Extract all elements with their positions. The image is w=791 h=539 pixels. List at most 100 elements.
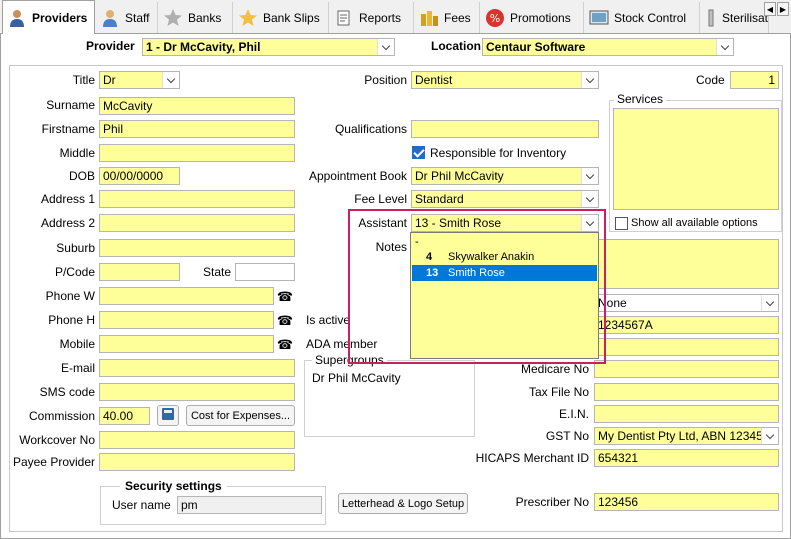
qualifications-field[interactable] <box>411 120 599 138</box>
middle-field[interactable] <box>99 144 295 162</box>
payee-label: Payee Provider <box>12 455 95 469</box>
commission-label: Commission <box>28 409 95 423</box>
prescriber-label: Prescriber No <box>515 495 589 509</box>
username-label: User name <box>112 498 171 512</box>
address2-label: Address 2 <box>40 216 95 230</box>
provider-select-value: 1 - Dr McCavity, Phil <box>146 40 261 54</box>
qualifications-label: Qualifications <box>334 122 407 136</box>
is-active-label: Is active <box>306 313 351 327</box>
hicaps-label: HICAPS Merchant ID <box>475 451 589 465</box>
tab-banks[interactable]: Banks <box>159 2 233 33</box>
phone-icon[interactable]: ☎ <box>276 336 294 354</box>
prescriber-field[interactable]: 123456 <box>594 493 779 511</box>
phoneh-label: Phone H <box>48 313 95 327</box>
sterilisation-icon <box>705 8 717 28</box>
tax-file-field[interactable] <box>594 383 779 401</box>
tax-file-label: Tax File No <box>528 385 589 399</box>
address2-field[interactable] <box>99 214 295 232</box>
mobile-label: Mobile <box>59 337 95 351</box>
fee-level-select[interactable]: Standard <box>411 190 599 208</box>
phoneh-field[interactable] <box>99 311 274 329</box>
chevron-down-icon <box>761 428 778 444</box>
tab-fees[interactable]: Fees <box>415 2 480 33</box>
notes-field[interactable] <box>594 239 779 289</box>
star-icon <box>238 8 258 28</box>
suburb-field[interactable] <box>99 239 295 257</box>
title-label: Title <box>72 73 95 87</box>
tab-staff[interactable]: Staff <box>96 2 158 33</box>
tab-scroll-right-button[interactable]: ▶ <box>777 2 789 16</box>
surname-label: Surname <box>46 98 95 112</box>
tab-stock-control[interactable]: Stock Control <box>585 2 700 33</box>
show-all-options-checkbox[interactable] <box>615 217 628 230</box>
email-field[interactable] <box>99 359 295 377</box>
sms-field[interactable] <box>99 383 295 401</box>
tab-scroll-left-button[interactable]: ◀ <box>764 2 776 16</box>
staff-icon <box>100 8 120 28</box>
chevron-down-icon <box>581 72 598 88</box>
person-icon <box>7 8 27 28</box>
stock-icon <box>589 8 609 28</box>
tab-label: Bank Slips <box>263 10 320 25</box>
firstname-field[interactable]: Phil <box>99 120 295 138</box>
ein-field[interactable] <box>594 405 779 423</box>
workcover-field[interactable] <box>99 431 295 449</box>
phone-icon[interactable]: ☎ <box>276 312 294 330</box>
percent-icon: % <box>485 8 505 28</box>
responsible-inventory-checkbox[interactable] <box>412 146 425 159</box>
calculator-button[interactable] <box>157 405 179 426</box>
coins-icon <box>419 8 439 28</box>
tab-promotions[interactable]: % Promotions <box>481 2 584 33</box>
tab-label: Reports <box>359 10 402 25</box>
mobile-field[interactable] <box>99 335 274 353</box>
appointment-book-label: Appointment Book <box>308 169 407 183</box>
chevron-down-icon <box>761 295 778 311</box>
state-label: State <box>203 265 232 279</box>
chevron-down-icon <box>581 168 598 184</box>
services-list[interactable] <box>613 108 779 210</box>
arrow-left-icon: ◀ <box>766 4 774 14</box>
provider-number-field[interactable]: 1234567A <box>594 316 779 334</box>
gst-select[interactable]: My Dentist Pty Ltd, ABN 123456 <box>594 427 779 445</box>
arrow-right-icon: ▶ <box>779 4 787 14</box>
chevron-down-icon <box>162 72 179 88</box>
provider-select[interactable]: 1 - Dr McCavity, Phil <box>142 38 395 56</box>
address1-field[interactable] <box>99 190 295 208</box>
medicare-field[interactable] <box>594 360 779 378</box>
right-combo-select[interactable]: None <box>594 294 779 312</box>
dob-field[interactable]: 00/00/0000 <box>99 167 180 185</box>
letterhead-logo-setup-button[interactable]: Letterhead & Logo Setup <box>338 493 468 514</box>
chevron-down-icon <box>716 39 733 55</box>
tab-label: Sterilisation <box>722 10 769 25</box>
svg-text:%: % <box>490 12 500 25</box>
pcode-field[interactable] <box>99 263 180 281</box>
tab-bar: Providers Staff Banks Bank Slips Reports… <box>0 0 791 35</box>
tab-bank-slips[interactable]: Bank Slips <box>234 2 329 33</box>
code-field[interactable]: 1 <box>730 71 779 89</box>
position-select-value: Dentist <box>415 73 453 87</box>
tab-label: Fees <box>444 10 471 25</box>
username-field[interactable]: pm <box>177 496 322 514</box>
responsible-inventory-label: Responsible for Inventory <box>430 146 567 160</box>
tab-sterilisation[interactable]: Sterilisation <box>701 2 769 33</box>
supergroup-item[interactable]: Dr Phil McCavity <box>312 371 401 385</box>
right-blank-field[interactable] <box>594 338 779 356</box>
commission-field[interactable]: 40.00 <box>99 407 150 425</box>
services-label: Services <box>614 92 667 106</box>
position-select[interactable]: Dentist <box>411 71 599 89</box>
appointment-book-select[interactable]: Dr Phil McCavity <box>411 167 599 185</box>
provider-label: Provider <box>86 39 135 53</box>
hicaps-field[interactable]: 654321 <box>594 449 779 467</box>
payee-field[interactable] <box>99 453 295 471</box>
phone-icon[interactable]: ☎ <box>276 288 294 306</box>
tab-label: Promotions <box>510 10 571 25</box>
suburb-label: Suburb <box>56 241 95 255</box>
surname-field[interactable]: McCavity <box>99 97 295 115</box>
title-select[interactable]: Dr <box>99 71 180 89</box>
phonew-field[interactable] <box>99 287 274 305</box>
tab-reports[interactable]: Reports <box>330 2 414 33</box>
tab-providers[interactable]: Providers <box>2 0 95 35</box>
state-field[interactable] <box>235 263 295 281</box>
cost-for-expenses-button[interactable]: Cost for Expenses... <box>186 405 295 426</box>
location-select[interactable]: Centaur Software <box>482 38 734 56</box>
